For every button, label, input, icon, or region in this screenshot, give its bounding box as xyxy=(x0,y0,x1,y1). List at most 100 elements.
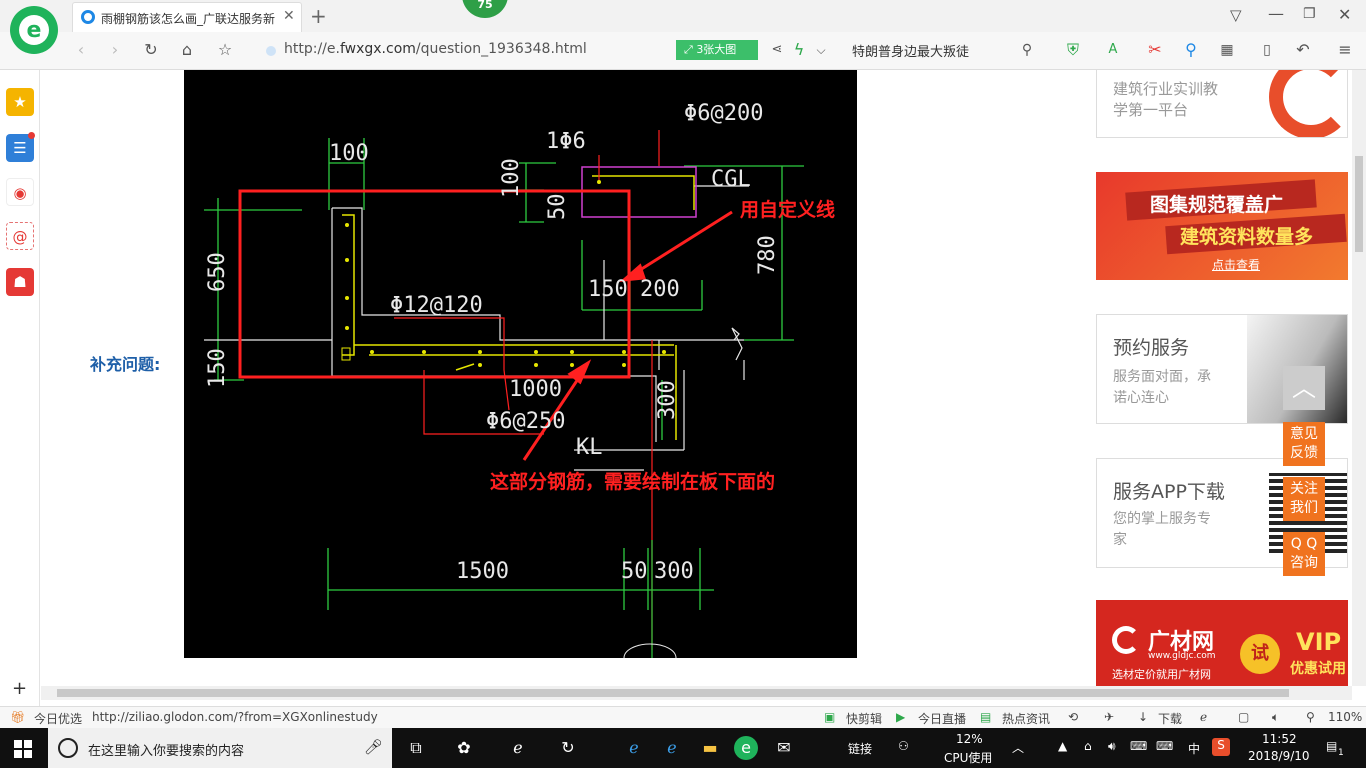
email-icon[interactable]: @ xyxy=(6,222,34,250)
home-icon[interactable]: ⌂ xyxy=(176,39,198,61)
lightning-icon[interactable]: ϟ xyxy=(788,39,810,61)
volume-icon[interactable]: 🔈︎ xyxy=(1272,710,1279,725)
badge-count: 75 xyxy=(477,0,493,11)
forward-icon[interactable]: › xyxy=(104,39,126,61)
gldjc-slogan: 选材定价就用广材网 xyxy=(1112,668,1211,681)
speed-icon[interactable]: ⟲ xyxy=(1068,710,1078,724)
taskbar-link[interactable]: 链接 xyxy=(848,740,872,757)
status-bar: 🎁︎ 今日优选 http://ziliao.glodon.com/?from=X… xyxy=(0,706,1366,728)
tab-title: 雨棚钢筋该怎么画_广联达服务新 xyxy=(101,12,276,26)
tray-expand-icon[interactable]: ︿ xyxy=(1012,739,1024,756)
microphone-icon[interactable]: 🎤︎ xyxy=(364,738,383,756)
news-icon[interactable]: ▤ xyxy=(980,710,991,724)
tab-close-icon[interactable]: ✕ xyxy=(283,8,295,24)
phone-icon[interactable]: ▯ xyxy=(1256,39,1278,61)
clock-time[interactable]: 11:52 xyxy=(1262,732,1297,746)
search-icon[interactable]: ⚲ xyxy=(1016,39,1038,61)
gift-icon[interactable]: 🎁︎ xyxy=(10,710,25,724)
atlas-line2: 建筑资料数量多 xyxy=(1180,226,1314,248)
shirt-icon[interactable]: ▽ xyxy=(1230,6,1242,24)
quick-clip[interactable]: 快剪辑 xyxy=(846,710,882,727)
appointment-title: 预约服务 xyxy=(1113,337,1190,359)
keyboard-icon[interactable]: ⌨ xyxy=(1156,739,1173,753)
vertical-scrollbar[interactable] xyxy=(1352,70,1366,686)
dim-150-left: 150 xyxy=(205,348,230,388)
feedback-button[interactable]: 意见 反馈 xyxy=(1283,422,1325,466)
shield-icon[interactable]: ⛨ xyxy=(1062,39,1084,61)
menu-icon[interactable]: ≡ xyxy=(1334,39,1356,61)
scissors-icon[interactable]: ✂ xyxy=(1144,39,1166,61)
edge-icon[interactable]: ℯ xyxy=(622,736,646,760)
refresh-icon[interactable]: ↻ xyxy=(140,39,162,61)
hot-search-text[interactable]: 特朗普身边最大叛徒 xyxy=(852,41,969,60)
dim-cgl: CGL xyxy=(711,167,751,192)
sogou-icon[interactable]: S xyxy=(1212,738,1230,756)
add-sidebar-icon[interactable]: + xyxy=(12,678,27,699)
game-icon[interactable]: ☗ xyxy=(6,268,34,296)
window-icon[interactable]: ▢ xyxy=(1238,710,1249,724)
close-window-icon[interactable]: ✕ xyxy=(1338,5,1351,24)
url-field[interactable]: http://e.fwxgx.com/question_1936348.html xyxy=(284,41,587,57)
magnifier-icon[interactable]: ⚲ xyxy=(1180,39,1202,61)
badge-bubble[interactable]: 75 xyxy=(462,0,508,18)
favorite-star-icon[interactable]: ☆ xyxy=(214,39,236,61)
undo-icon[interactable]: ↶ xyxy=(1292,39,1314,61)
action-center-icon[interactable]: ▤ xyxy=(1326,739,1337,753)
dim-200: 200 xyxy=(640,277,680,302)
favorites-star-icon[interactable]: ★ xyxy=(6,88,34,116)
today-picks[interactable]: 今日优选 xyxy=(34,710,82,727)
speaker-icon[interactable]: 🔊︎ xyxy=(1108,739,1116,754)
horizontal-scrollbar[interactable] xyxy=(41,686,1352,700)
share-icon[interactable]: ⋖ xyxy=(766,39,788,61)
weibo-icon[interactable]: ◉ xyxy=(6,178,34,206)
horizontal-scroll-thumb[interactable] xyxy=(57,689,1289,697)
zoom-level[interactable]: 110% xyxy=(1328,710,1362,724)
clip-icon[interactable]: ▣ xyxy=(824,710,835,724)
restore-icon[interactable]: ❐ xyxy=(1303,6,1316,22)
browser-e-icon[interactable]: ℯ xyxy=(506,736,530,760)
dropdown-chevron-icon[interactable]: ⌵ xyxy=(810,39,832,61)
gldjc-banner[interactable]: 广材网 www.gldjc.com 选材定价就用广材网 试 VIP 优惠试用 xyxy=(1096,600,1348,686)
hot-news[interactable]: 热点资讯 xyxy=(1002,710,1050,727)
start-windows-icon[interactable] xyxy=(14,740,32,758)
qq-consult-button[interactable]: Q Q 咨询 xyxy=(1283,532,1325,576)
today-live[interactable]: 今日直播 xyxy=(918,710,966,727)
vertical-scroll-thumb[interactable] xyxy=(1355,156,1363,252)
image-gallery-button[interactable]: ⤢ 3张大图 xyxy=(676,40,758,60)
back-to-top-button[interactable]: ︿ xyxy=(1283,366,1325,410)
download-icon[interactable]: ↓ xyxy=(1138,710,1148,724)
swirl-app-icon[interactable]: ↻ xyxy=(556,736,580,760)
tab-active[interactable]: 雨棚钢筋该怎么画_广联达服务新 ✕ xyxy=(72,2,302,32)
back-icon[interactable]: ‹ xyxy=(70,39,92,61)
mail-icon[interactable]: ✉ xyxy=(772,736,796,760)
zoom-icon[interactable]: ⚲ xyxy=(1306,710,1315,724)
download-label[interactable]: 下载 xyxy=(1158,710,1182,727)
browser-logo-icon[interactable]: e xyxy=(10,6,58,54)
apps-icon[interactable]: ▦ xyxy=(1216,39,1238,61)
tray-notify-icon[interactable]: ▲ xyxy=(1058,739,1067,753)
live-icon[interactable]: ▶ xyxy=(896,710,905,724)
new-tab-icon[interactable]: + xyxy=(310,4,327,28)
active-browser-icon[interactable]: e xyxy=(734,736,758,760)
network-icon[interactable]: ⌂ xyxy=(1084,739,1092,753)
training-card[interactable]: 建筑行业实训教 学第一平台 xyxy=(1096,70,1348,138)
ie-icon[interactable]: ℯ xyxy=(1200,710,1207,724)
translate-icon[interactable]: A xyxy=(1102,39,1124,61)
follow-button[interactable]: 关注 我们 xyxy=(1283,477,1325,521)
atlas-cta[interactable]: 点击查看 xyxy=(1212,256,1260,273)
site-info-icon[interactable] xyxy=(266,46,276,56)
input-lang[interactable]: 中 xyxy=(1188,740,1200,757)
people-icon[interactable]: ⚇ xyxy=(898,739,909,753)
taskbar-search[interactable]: 在这里输入你要搜索的内容 🎤︎ xyxy=(48,728,392,768)
internet-explorer-icon[interactable]: ℯ xyxy=(660,736,684,760)
task-view-icon[interactable]: ⧉ xyxy=(404,736,428,760)
fan-app-icon[interactable]: ✿ xyxy=(452,736,476,760)
atlas-banner[interactable]: 图集规范覆盖广 建筑资料数量多 点击查看 xyxy=(1096,172,1348,280)
ime-icon[interactable]: ⌨ xyxy=(1130,739,1147,753)
dim-phi6-250: Φ6@250 xyxy=(486,409,565,434)
clock-date[interactable]: 2018/9/10 xyxy=(1248,749,1310,763)
pin-icon[interactable]: ✈ xyxy=(1104,710,1114,724)
file-explorer-icon[interactable]: ▬ xyxy=(698,736,722,760)
address-bar: ‹ › ↻ ⌂ ☆ http://e.fwxgx.com/question_19… xyxy=(0,32,1366,70)
minimize-icon[interactable]: — xyxy=(1268,4,1284,23)
